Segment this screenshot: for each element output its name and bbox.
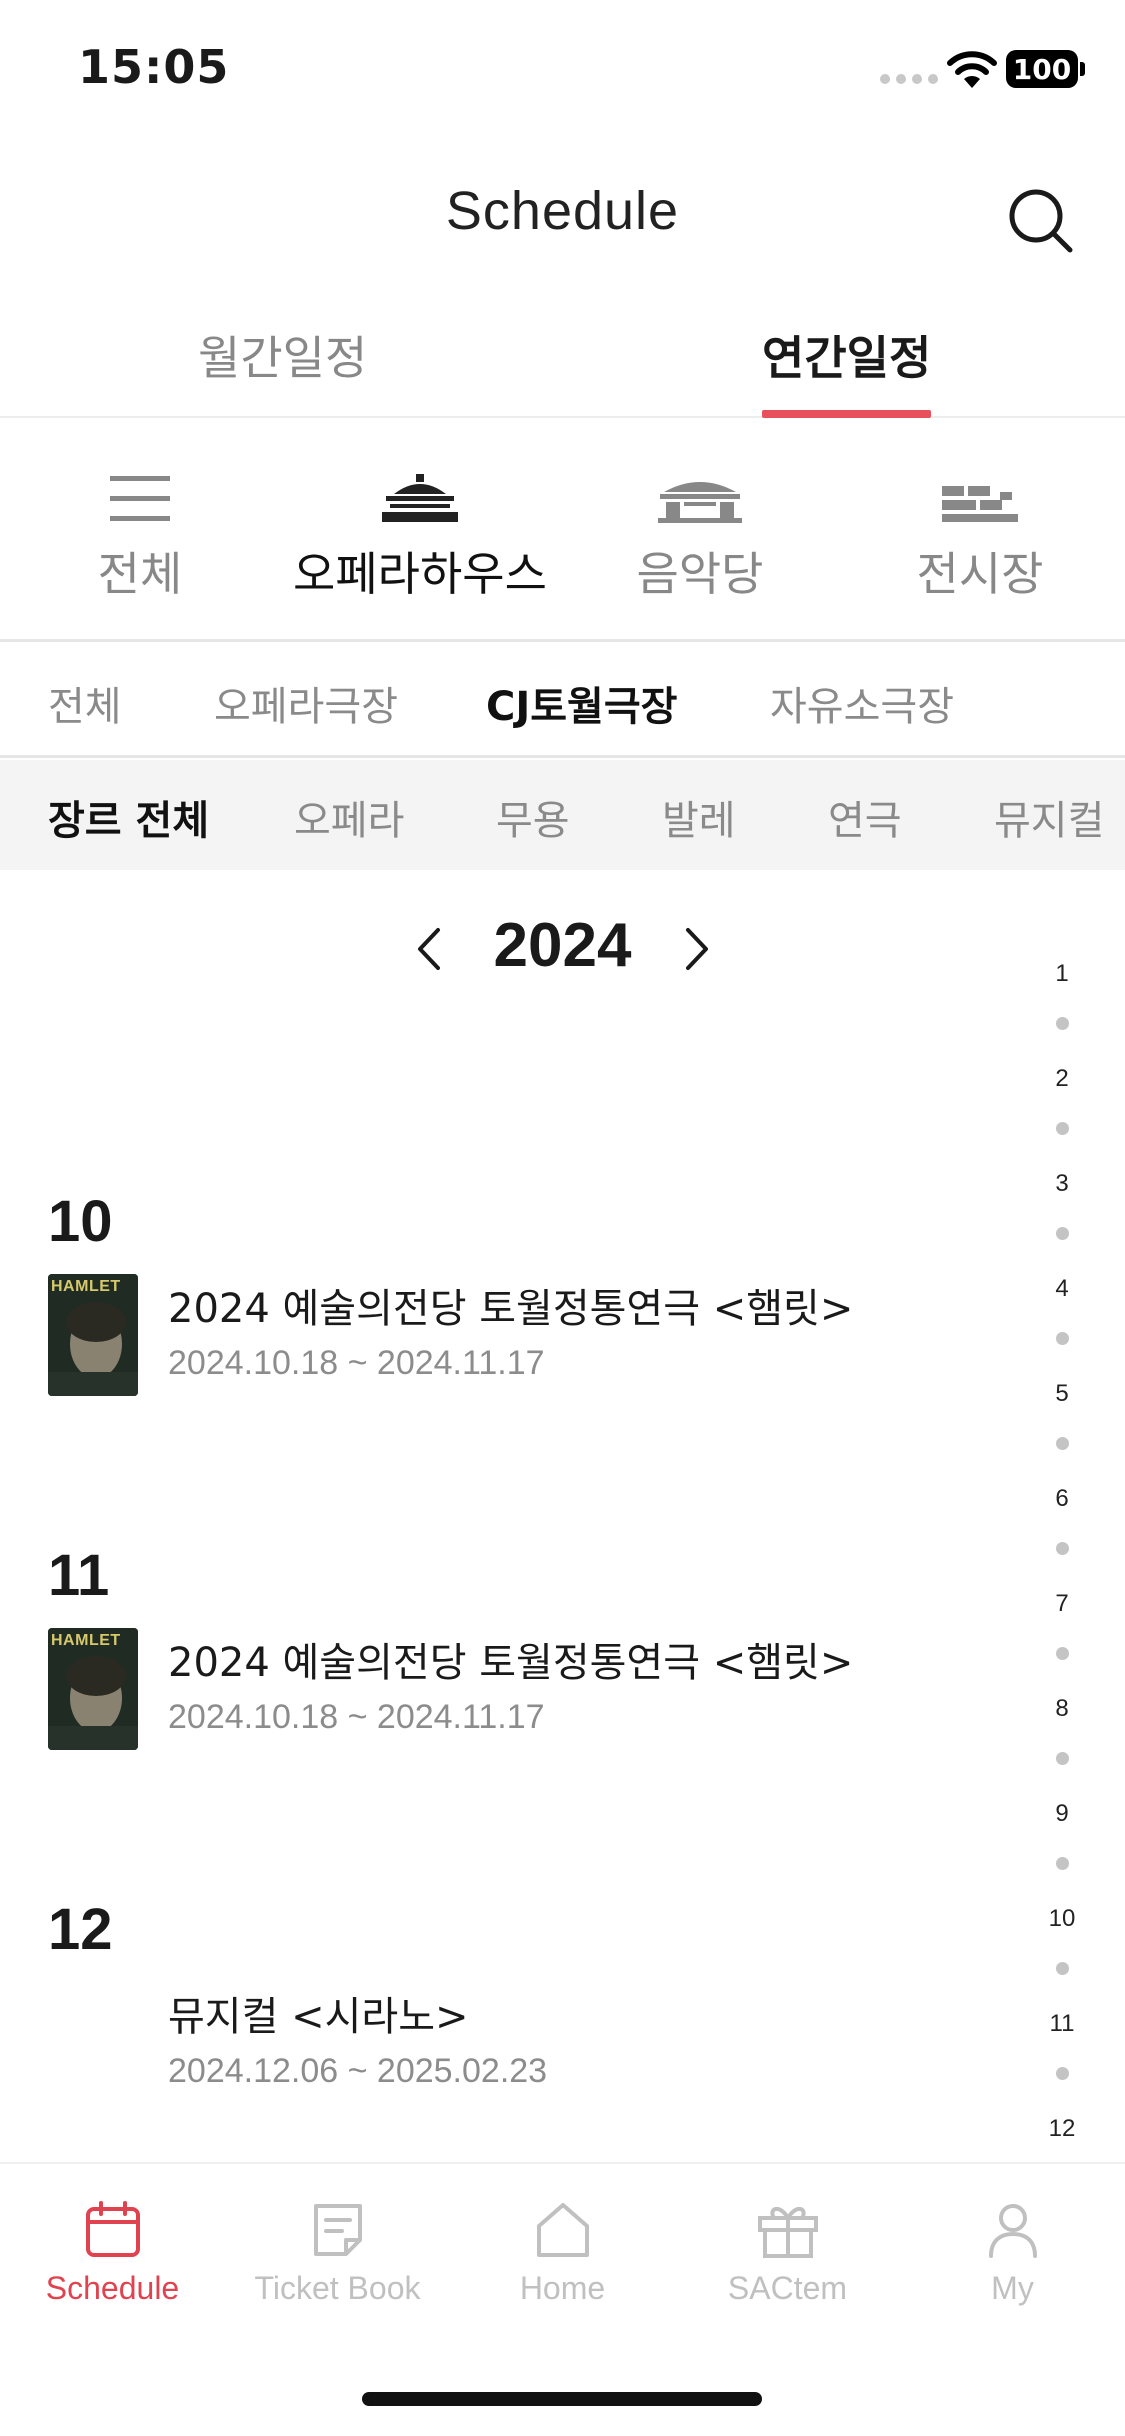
month-index-item[interactable]: 1 <box>1040 960 1084 988</box>
month-index-dot <box>1056 1542 1069 1555</box>
venue-label: 음악당 <box>636 547 764 601</box>
event-item[interactable]: 뮤지컬 <시라노> 2024.12.06 ~ 2025.02.23 <box>48 1982 1028 2106</box>
month-index-dot <box>1056 1437 1069 1450</box>
nav-label: My <box>991 2270 1034 2306</box>
nav-label: SACtem <box>727 2270 848 2306</box>
cellular-signal-icon <box>880 74 938 84</box>
month-label: 12 <box>48 1897 113 1962</box>
venue-all[interactable]: 전체 <box>60 472 220 604</box>
venue-label: 전시장 <box>916 547 1044 601</box>
sub-venue-cj-towol[interactable]: CJ토월극장 <box>486 674 677 732</box>
event-date: 2024.12.06 ~ 2025.02.23 <box>168 2052 548 2090</box>
month-index-dot <box>1056 1122 1069 1135</box>
ticket-book-icon <box>313 2204 362 2256</box>
month-index-item[interactable]: 10 <box>1040 1905 1084 1933</box>
chevron-right-icon[interactable] <box>676 924 716 974</box>
venue-selector: 전체 오페라하우스 음악당 전시장 <box>0 420 1125 642</box>
event-title: 뮤지컬 <시라노> <box>168 1994 469 2040</box>
month-index-item[interactable]: 9 <box>1040 1800 1084 1828</box>
event-date: 2024.10.18 ~ 2024.11.17 <box>168 1698 545 1736</box>
battery-icon: 100 <box>1006 50 1085 88</box>
month-index-dot <box>1056 1332 1069 1345</box>
opera-house-icon <box>382 474 458 522</box>
sub-venue-selector: 전체 오페라극장 CJ토월극장 자유소극장 <box>0 644 1125 758</box>
nav-home[interactable]: Home <box>450 2200 675 2307</box>
month-index-item[interactable]: 12 <box>1040 2115 1084 2143</box>
exhibition-hall-icon <box>942 486 1018 522</box>
genre-ballet[interactable]: 발레 <box>662 788 736 846</box>
wifi-icon <box>947 51 997 88</box>
concert-hall-icon <box>658 482 742 523</box>
month-section: 12 뮤지컬 <시라노> 2024.12.06 ~ 2025.02.23 <box>48 1896 1028 2090</box>
month-index-item[interactable]: 6 <box>1040 1485 1084 1513</box>
sub-venue-all[interactable]: 전체 <box>48 674 122 732</box>
month-index-dot <box>1056 1647 1069 1660</box>
genre-play[interactable]: 연극 <box>828 788 902 846</box>
month-section: 10 HAMLET 2024 예술의전당 토월정통연극 <햄릿> 2024.10… <box>48 1188 1028 1396</box>
status-time: 15:05 <box>78 40 230 94</box>
poster-title: HAMLET <box>51 1278 121 1295</box>
month-index-dot <box>1056 1962 1069 1975</box>
genre-all[interactable]: 장르 전체 <box>48 788 209 846</box>
month-index-item[interactable]: 3 <box>1040 1170 1084 1198</box>
home-icon <box>536 2203 589 2257</box>
genre-dance[interactable]: 무용 <box>496 788 570 846</box>
nav-my[interactable]: My <box>900 2200 1125 2307</box>
genre-musical[interactable]: 뮤지컬 <box>994 788 1104 846</box>
venue-concert-hall[interactable]: 음악당 <box>620 472 780 604</box>
genre-filter: 장르 전체 오페라 무용 발레 연극 뮤지컬 <box>0 760 1125 870</box>
month-index-item[interactable]: 7 <box>1040 1590 1084 1618</box>
month-index-item[interactable]: 4 <box>1040 1275 1084 1303</box>
nav-label: Schedule <box>45 2270 180 2306</box>
nav-sactem[interactable]: SACtem <box>675 2200 900 2307</box>
month-index-dot <box>1056 2067 1069 2080</box>
tab-yearly[interactable]: 연간일정 <box>762 322 932 418</box>
month-index-dot <box>1056 1017 1069 1030</box>
month-index-dot <box>1056 1752 1069 1765</box>
sub-venue-jayu[interactable]: 자유소극장 <box>770 674 954 732</box>
event-poster: HAMLET <box>48 1274 138 1396</box>
status-bar: 15:05 100 <box>0 0 1125 140</box>
month-label: 11 <box>48 1543 110 1608</box>
nav-ticket-book[interactable]: Ticket Book <box>225 2200 450 2307</box>
nav-label: Ticket Book <box>254 2270 421 2306</box>
schedule-tabs: 월간일정 연간일정 <box>0 300 1125 418</box>
event-title: 2024 예술의전당 토월정통연극 <햄릿> <box>168 1640 854 1686</box>
event-item[interactable]: HAMLET 2024 예술의전당 토월정통연극 <햄릿> 2024.10.18… <box>48 1628 1028 1752</box>
event-item[interactable]: HAMLET 2024 예술의전당 토월정통연극 <햄릿> 2024.10.18… <box>48 1274 1028 1398</box>
genre-opera[interactable]: 오페라 <box>294 788 404 846</box>
poster-title: HAMLET <box>51 1632 121 1649</box>
search-icon[interactable] <box>1006 186 1076 256</box>
nav-schedule[interactable]: Schedule <box>0 2200 225 2307</box>
home-indicator <box>362 2392 762 2406</box>
month-index-dot <box>1056 1227 1069 1240</box>
person-icon <box>988 2204 1037 2258</box>
venue-label: 오페라하우스 <box>293 547 547 601</box>
page-title: Schedule <box>445 181 680 241</box>
tab-monthly[interactable]: 월간일정 <box>198 322 367 418</box>
month-label: 10 <box>48 1189 113 1254</box>
month-index-item[interactable]: 2 <box>1040 1065 1084 1093</box>
month-section: 11 HAMLET 2024 예술의전당 토월정통연극 <햄릿> 2024.10… <box>48 1542 1028 1750</box>
calendar-icon <box>85 2201 140 2257</box>
sub-venue-opera-theater[interactable]: 오페라극장 <box>214 674 398 732</box>
year-label: 2024 <box>493 911 632 980</box>
event-date: 2024.10.18 ~ 2024.11.17 <box>168 1344 545 1382</box>
venue-label: 전체 <box>97 547 183 601</box>
nav-label: Home <box>519 2270 606 2306</box>
event-title: 2024 예술의전당 토월정통연극 <햄릿> <box>168 1286 854 1332</box>
menu-icon <box>110 476 170 521</box>
event-poster: HAMLET <box>48 1628 138 1750</box>
month-index-item[interactable]: 5 <box>1040 1380 1084 1408</box>
month-index-dot <box>1056 1857 1069 1870</box>
venue-opera-house[interactable]: 오페라하우스 <box>290 472 550 604</box>
month-index-item[interactable]: 8 <box>1040 1695 1084 1723</box>
month-index-item[interactable]: 11 <box>1040 2010 1084 2038</box>
venue-exhibition-hall[interactable]: 전시장 <box>900 472 1060 604</box>
year-navigator: 2024 <box>0 910 1050 990</box>
gift-icon <box>757 2207 818 2258</box>
